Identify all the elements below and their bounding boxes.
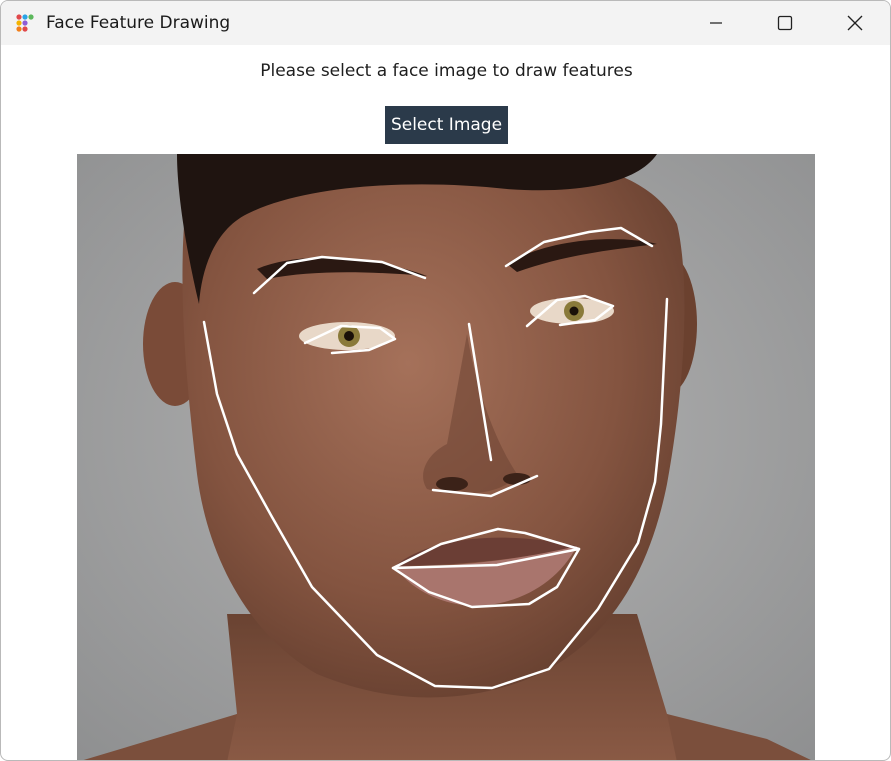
title-bar[interactable]: Face Feature Drawing bbox=[1, 1, 890, 45]
app-window: Face Feature Drawing Please select a fac… bbox=[0, 0, 891, 761]
close-button[interactable] bbox=[820, 1, 890, 45]
face-image bbox=[77, 154, 815, 760]
maximize-button[interactable] bbox=[750, 1, 820, 45]
maximize-icon bbox=[777, 15, 793, 31]
close-icon bbox=[846, 14, 864, 32]
select-image-button[interactable]: Select Image bbox=[385, 106, 508, 144]
window-title: Face Feature Drawing bbox=[46, 13, 231, 33]
minimize-icon bbox=[708, 15, 724, 31]
minimize-button[interactable] bbox=[681, 1, 751, 45]
instruction-text: Please select a face image to draw featu… bbox=[260, 61, 633, 81]
app-dots-icon bbox=[14, 12, 36, 34]
